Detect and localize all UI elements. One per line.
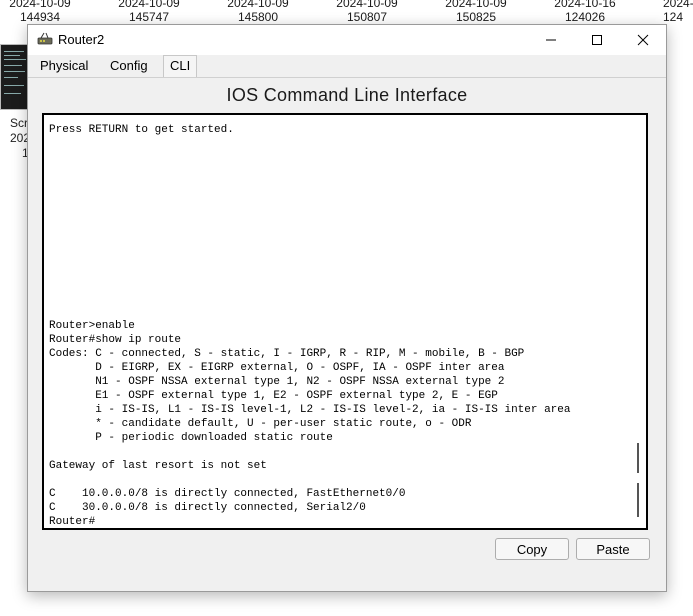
- file-date: 2024-10-16: [554, 0, 616, 10]
- file-date: 2024-: [663, 0, 693, 10]
- desktop-file-3[interactable]: 2024-10-09 145800: [213, 0, 303, 24]
- file-time: 124026: [564, 10, 606, 24]
- screenshot-thumbnail[interactable]: [0, 44, 30, 110]
- desktop-file-7[interactable]: 2024- 124: [663, 0, 693, 24]
- file-time: 150825: [455, 10, 497, 24]
- cli-heading: IOS Command Line Interface: [226, 85, 468, 105]
- file-time: 144934: [19, 10, 61, 24]
- tab-bar: Physical Config CLI: [28, 55, 666, 78]
- desktop-file-label: Scr: [10, 116, 28, 130]
- desktop-file-2[interactable]: 2024-10-09 145747: [104, 0, 194, 24]
- file-date: 2024-10-09: [336, 0, 398, 10]
- scrollbar-thumb[interactable]: [637, 443, 639, 473]
- minimize-button[interactable]: [528, 25, 574, 55]
- maximize-button[interactable]: [574, 25, 620, 55]
- desktop-file-6[interactable]: 2024-10-16 124026: [540, 0, 630, 24]
- desktop-file-1[interactable]: 2024-10-09 144934: [0, 0, 85, 24]
- close-button[interactable]: [620, 25, 666, 55]
- router-icon: [37, 32, 53, 51]
- file-date: 2024-10-09: [9, 0, 71, 10]
- desktop-file-4[interactable]: 2024-10-09 150807: [322, 0, 412, 24]
- title-bar[interactable]: Router2: [28, 25, 666, 55]
- scrollbar-thumb[interactable]: [637, 483, 639, 517]
- tab-cli[interactable]: CLI: [163, 55, 198, 77]
- file-time: 145747: [128, 10, 170, 24]
- vertical-scrollbar[interactable]: [632, 117, 644, 526]
- maximize-icon: [592, 35, 602, 45]
- paste-button[interactable]: Paste: [576, 538, 650, 560]
- file-date: 2024-10-09: [227, 0, 289, 10]
- close-icon: [637, 34, 649, 46]
- minimize-icon: [546, 39, 556, 41]
- router-window: Router2 Physical Config CLI IOS Command …: [27, 24, 667, 592]
- cli-terminal[interactable]: Press RETURN to get started. Router>enab…: [42, 113, 648, 530]
- window-title: Router2: [58, 32, 105, 47]
- file-time: 124: [663, 10, 684, 24]
- file-time: 150807: [346, 10, 388, 24]
- desktop-file-5[interactable]: 2024-10-09 150825: [431, 0, 521, 24]
- tab-physical[interactable]: Physical: [34, 56, 94, 76]
- tab-config[interactable]: Config: [104, 56, 154, 76]
- file-date: 2024-10-09: [445, 0, 507, 10]
- copy-button[interactable]: Copy: [495, 538, 569, 560]
- file-time: 145800: [237, 10, 279, 24]
- cli-output[interactable]: Press RETURN to get started. Router>enab…: [49, 123, 571, 529]
- file-date: 2024-10-09: [118, 0, 180, 10]
